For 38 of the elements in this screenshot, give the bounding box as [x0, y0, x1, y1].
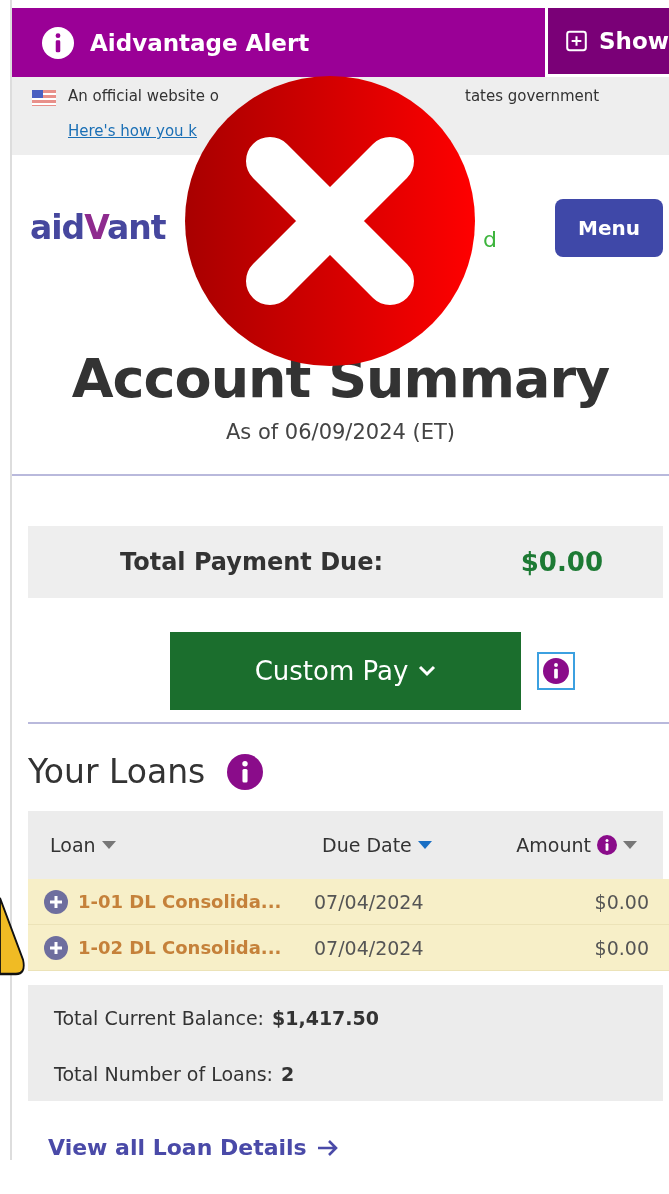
expand-plus-icon	[44, 935, 68, 960]
loan-row[interactable]: 1-02 DL Consolida... 07/04/2024 $0.00	[28, 925, 669, 971]
expand-plus-icon	[44, 889, 68, 914]
logo[interactable]: aidVant	[30, 208, 166, 247]
column-header[interactable]: Amount	[516, 834, 637, 856]
due-date-cell-text: 07/04/2024	[314, 936, 425, 959]
plus-square-icon	[566, 28, 587, 54]
payment-due-amount: $0.00	[520, 547, 603, 577]
due-date-cell-text: 07/04/2024	[314, 890, 425, 913]
page-title: Account Summary	[70, 352, 611, 406]
info-button[interactable]	[537, 652, 575, 690]
official-website-text: An official website o	[68, 87, 220, 107]
menu-button[interactable]: Menu	[555, 198, 663, 257]
chevron-down-icon	[418, 665, 437, 677]
info-icon	[543, 658, 569, 684]
column-header[interactable]: Due Date	[322, 834, 432, 856]
show-button[interactable]: Show	[548, 8, 669, 74]
loan-row[interactable]: 1-01 DL Consolida... 07/04/2024 $0.00	[28, 879, 669, 925]
total-line: Total Current Balance: $1,417.50	[54, 1007, 380, 1029]
official-website-text: tates government	[465, 87, 600, 105]
payment-due-label: Total Payment Due:	[120, 548, 384, 576]
warning-icon	[0, 896, 26, 976]
custom-pay-button[interactable]: Custom Pay	[170, 632, 521, 710]
amount-cell-text: $0.00	[593, 936, 650, 959]
how-you-know-link[interactable]: Here's how you k	[68, 122, 198, 155]
amount-cell-text: $0.00	[593, 890, 650, 913]
total-line: Total Number of Loans: 2	[54, 1063, 296, 1085]
loan-details-link[interactable]: View all Loan Details	[48, 1135, 339, 1160]
flag-icon	[32, 90, 56, 106]
info-icon	[42, 26, 74, 59]
column-header[interactable]: Loan	[50, 834, 116, 856]
section-title: Your Loans	[28, 752, 206, 791]
info-icon	[597, 835, 617, 855]
as-of-date: As of 06/09/2024 (ET)	[224, 420, 457, 444]
info-icon	[227, 753, 264, 790]
alert-title: Aidvantage Alert	[90, 29, 310, 56]
arrow-right-icon	[316, 1138, 339, 1157]
tagline-text: d	[483, 227, 497, 252]
